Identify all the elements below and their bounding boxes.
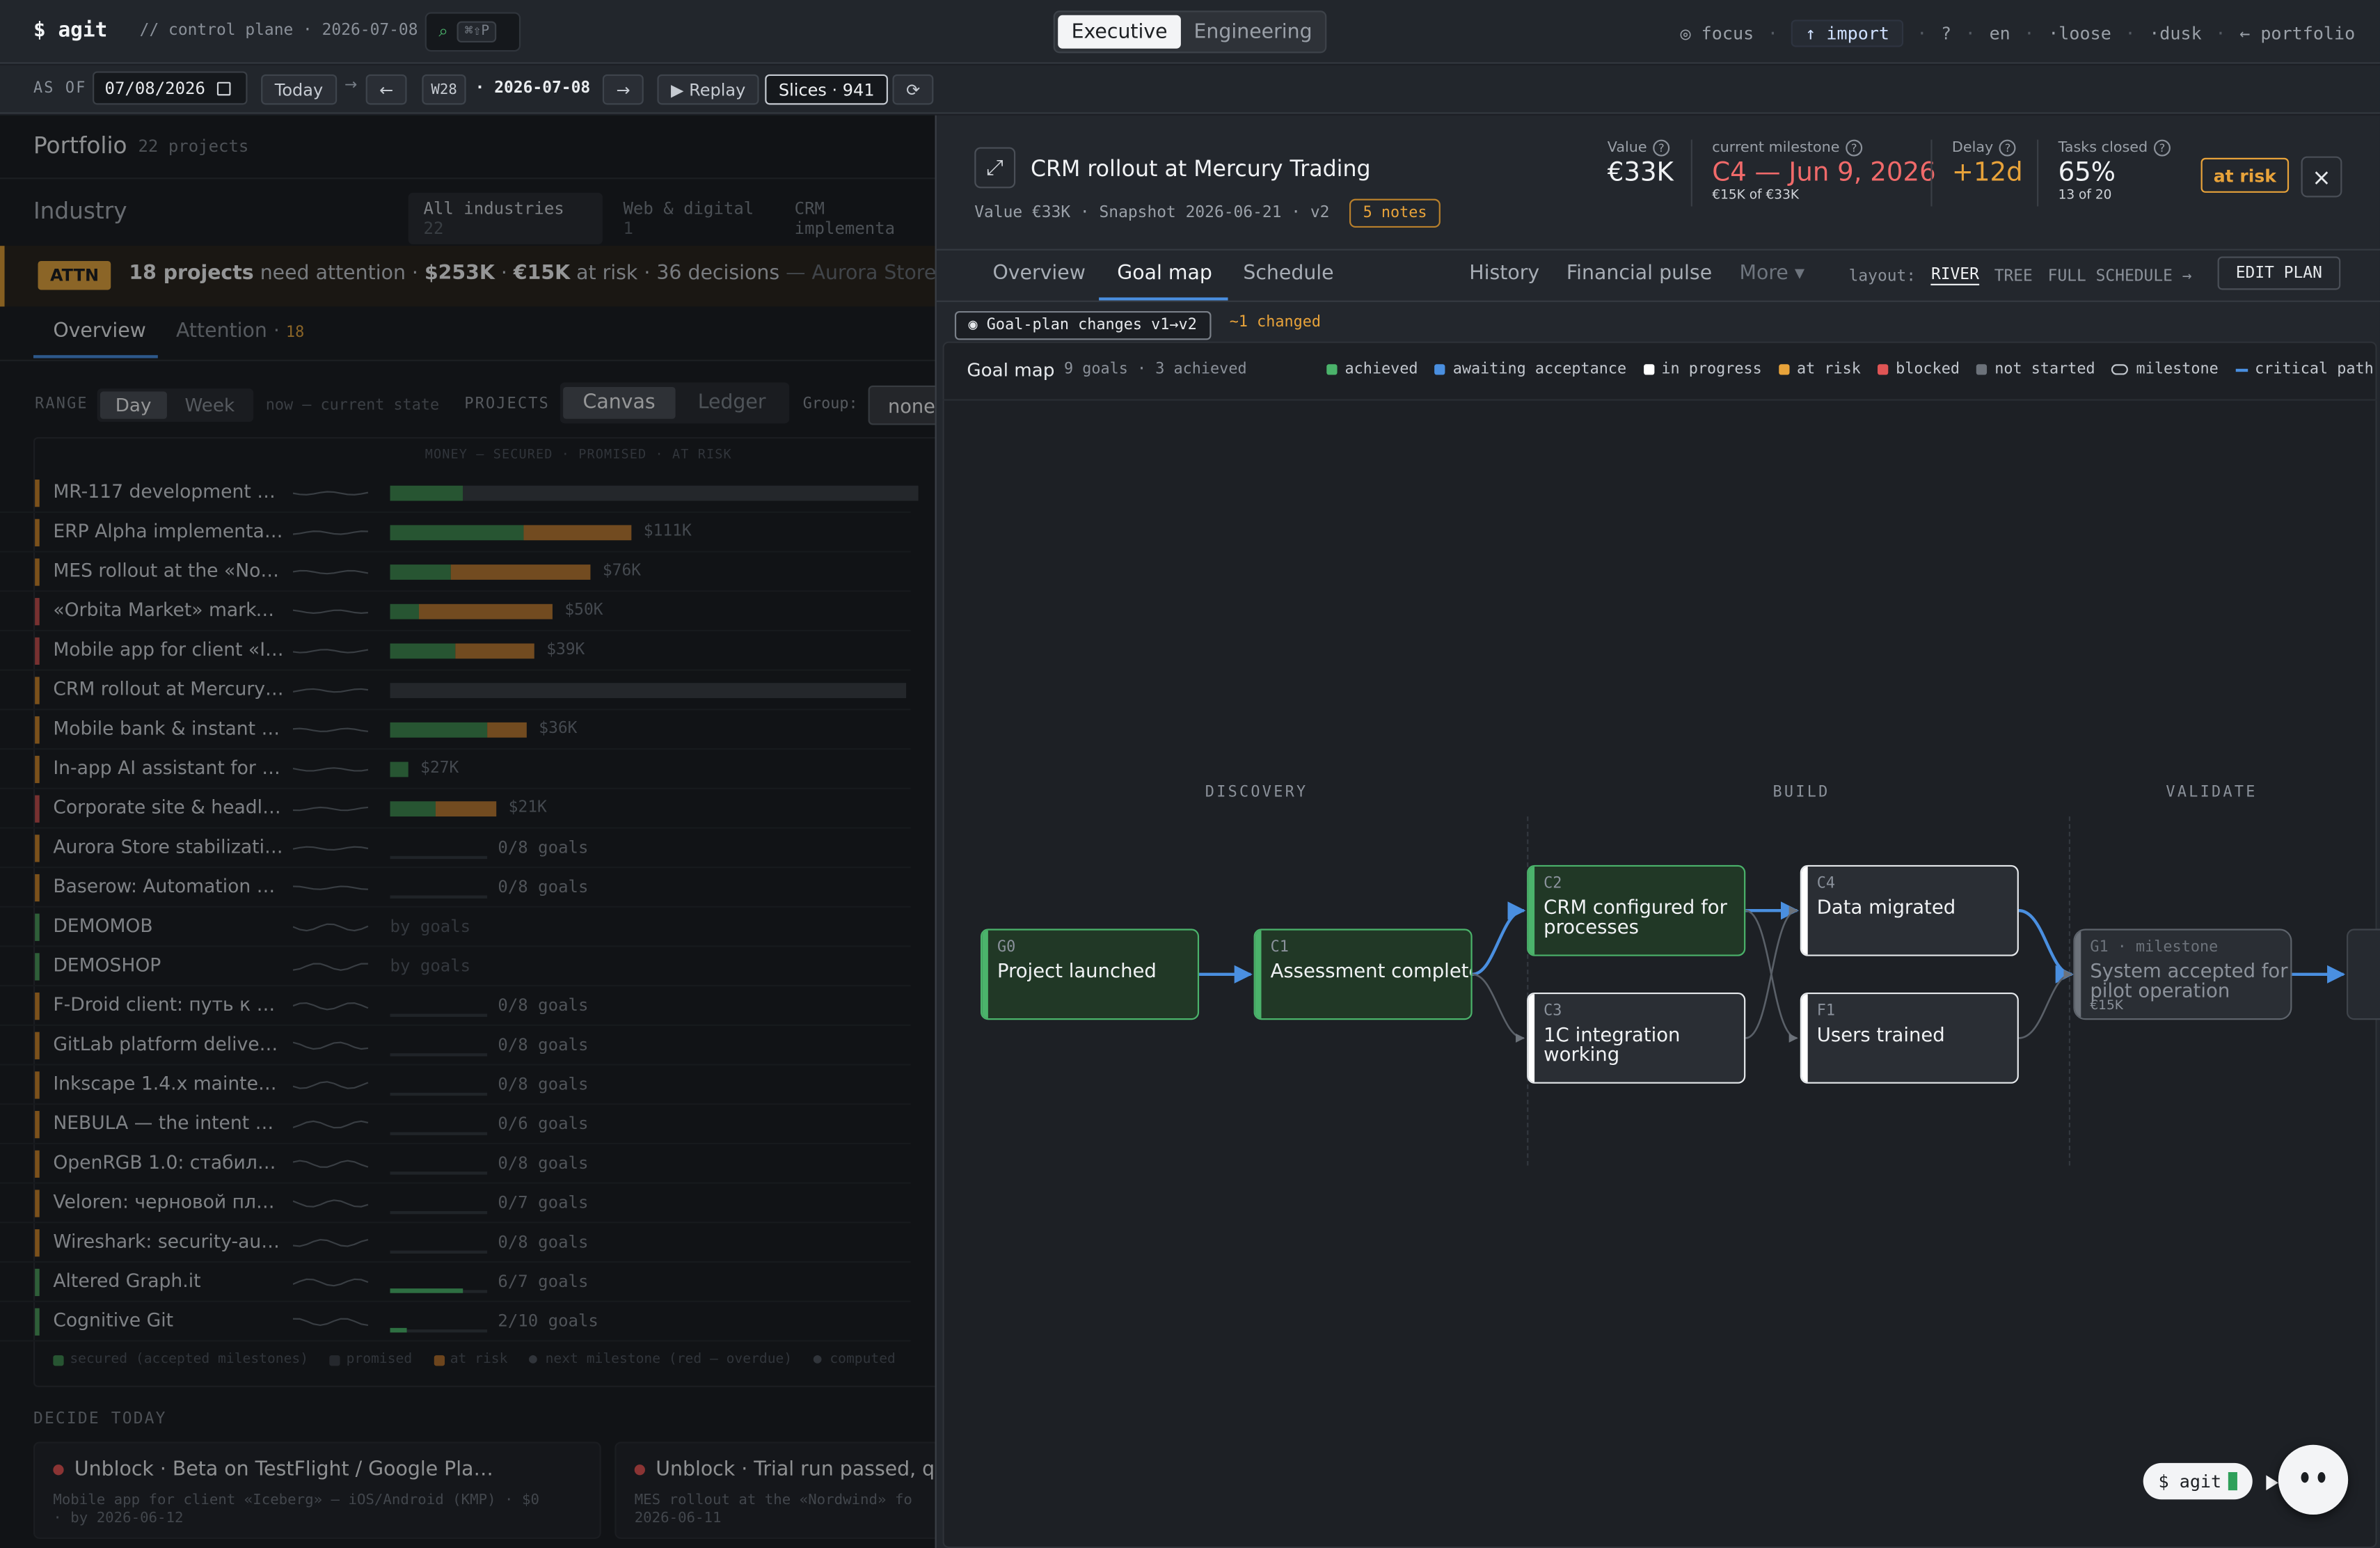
language-toggle[interactable]: en [1990,23,2010,45]
mode-engineering[interactable]: Engineering [1184,15,1322,49]
shortcut-hint: ⌘⇧P [457,21,498,43]
goal-node-c1[interactable]: C1 Assessment completed [1253,929,1473,1020]
backdrop[interactable] [0,115,935,1548]
replay-button[interactable]: ▶ Replay [657,74,759,105]
slices-button[interactable]: Slices · 941 [765,74,889,105]
agent-prompt[interactable]: $ agit [2143,1462,2252,1500]
as-of-label: AS OF [33,80,87,97]
portfolio-link[interactable]: ← portfolio [2239,23,2355,45]
today-button[interactable]: Today [261,74,337,105]
eye-icon [2301,1471,2309,1483]
date-value: 07/08/2026 [104,78,205,98]
import-button[interactable]: ↑ import [1791,19,1903,47]
date-input[interactable]: 07/08/2026 [93,71,248,105]
goal-node-g1-milestone[interactable]: G1 · milestone System accepted for pilot … [2073,929,2292,1020]
context-comment: // control plane · 2026-07-08 [139,21,418,40]
goal-node-f1[interactable]: F1 Users trained [1800,992,2019,1084]
mode-executive[interactable]: Executive [1058,15,1182,49]
goal-node-c4[interactable]: C4 Data migrated [1800,864,2019,956]
search-icon: ⌕ [438,21,448,41]
help-link[interactable]: ? [1941,23,1951,45]
theme-toggle[interactable]: ·dusk [2149,23,2202,45]
command-palette-button[interactable]: ⌕ ⌘⇧P [425,12,521,52]
goal-node-c2[interactable]: C2 CRM configured for processes [1527,864,1746,956]
date-bar: AS OF 07/08/2026 Today → ← W28 · 2026-07… [0,65,2380,114]
focus-link[interactable]: ◎ focus [1680,23,1754,45]
app-logo[interactable]: $ agit [33,18,107,42]
week-badge: W28 [422,74,466,105]
arrow-separator: → [344,77,358,95]
top-bar: $ agit // control plane · 2026-07-08 ⌕ ⌘… [0,0,2380,64]
prev-week-button[interactable]: ← [365,74,408,105]
calendar-icon [217,81,232,95]
refresh-icon[interactable]: ⟳ [892,74,934,105]
goal-node-g0[interactable]: G0 Project launched [980,929,1200,1020]
eye-icon [2317,1471,2326,1483]
next-week-button[interactable]: → [602,74,644,105]
cursor-icon [2227,1471,2237,1491]
goal-node-next[interactable] [2346,929,2380,1020]
project-detail-panel: ⤢ CRM rollout at Mercury Trading Value €… [935,115,2380,1548]
goal-map-edges [1199,901,2346,1043]
goal-node-c3[interactable]: C3 1C integration working [1527,992,1746,1084]
density-toggle[interactable]: ·loose [2048,23,2111,45]
agent-avatar[interactable] [2278,1444,2349,1515]
mode-switch: Executive Engineering [1053,10,1327,54]
current-date: · 2026-07-08 [475,79,591,97]
